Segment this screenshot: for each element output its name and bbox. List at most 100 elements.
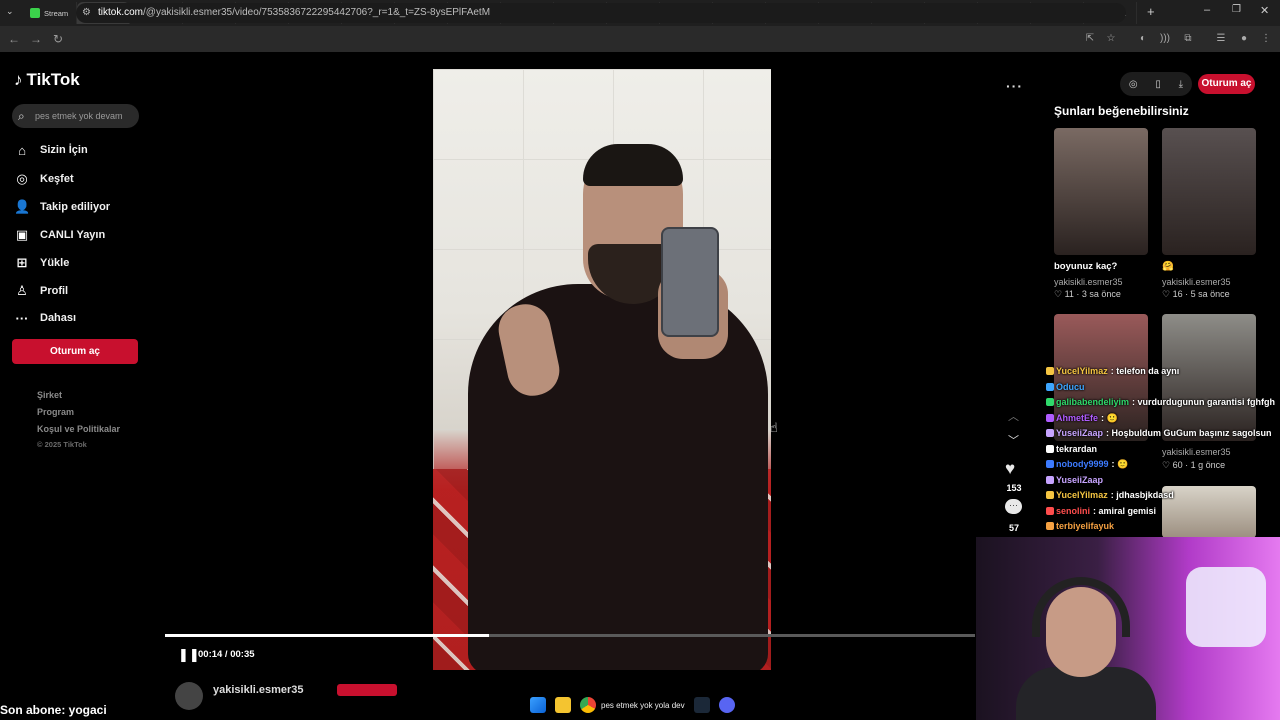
sidebar-login-button[interactable]: Oturum aç [12,339,138,364]
forward-icon[interactable]: → [28,31,44,47]
new-tab-icon[interactable]: + [1147,4,1155,19]
webcam-overlay [976,537,1280,720]
suggestion-thumbnail[interactable] [1162,128,1256,255]
suggestion-thumbnail[interactable] [1054,128,1148,255]
pause-icon[interactable]: ❚❚ [178,647,200,663]
chrome-icon [580,697,596,713]
extensions-icon[interactable]: ⧉ [1182,33,1194,45]
back-icon[interactable]: ← [6,31,22,47]
bookmark-star-icon[interactable]: ☆ [1105,33,1117,45]
suggestion-stats: ♡ 11 · 3 sa önce [1054,289,1121,299]
chat-badge-icon [1046,506,1054,515]
device-icon[interactable]: ▯ [1155,79,1161,90]
sidebar-item-label: CANLI Yayın [40,229,106,241]
search-input[interactable]: ⌕ pes etmek yok devam [12,104,139,128]
tiktok-logo[interactable]: ♪ TikTok [14,70,80,90]
chat-message: YucelYilmaz: telefon da aynı [1046,366,1179,376]
tiktok-note-icon: ♪ [14,70,23,89]
chat-username: senolini [1056,505,1091,516]
coin-icon[interactable]: ◎ [1129,79,1138,90]
sidebar-item-5[interactable]: ♙ Profil [14,282,68,300]
mouse-cursor-icon: ☝ [770,420,778,435]
browser-tab[interactable]: Stream [24,2,77,24]
discord-icon[interactable] [718,697,735,713]
chat-message: YuseiiZaap [1046,475,1106,485]
extension-audio-icon[interactable]: ))) [1159,33,1171,45]
compass-icon: ◎ [16,171,28,186]
chat-message: YuseiiZaap: Hoşbuldum GuGum başınız sago… [1046,428,1272,438]
chat-username: YuseiiZaap [1056,474,1104,485]
comment-count: 57 [1008,523,1019,533]
menu-kebab-icon[interactable]: ⋮ [1260,33,1272,45]
taskbar-chrome-item[interactable]: pes etmek yok yola dev [580,697,685,713]
video-hair [583,144,683,186]
heart-icon[interactable]: ♥ [1005,459,1015,479]
last-subscriber-text: Son abone: yogaci [0,703,107,717]
tab-search-panel-icon[interactable]: ☰ [1215,33,1227,45]
sidebar-item-3[interactable]: ▣ CANLI Yayın [14,226,105,244]
suggestion-thumbnail[interactable] [1162,486,1256,538]
chat-message: Oducu [1046,382,1088,392]
windows-start-icon[interactable] [530,697,546,713]
file-explorer-icon[interactable] [555,697,571,713]
suggestion-caption[interactable]: 🤗 [1162,261,1174,272]
chat-badge-icon [1046,429,1054,437]
video-time: 00:14 / 00:35 [198,649,255,660]
chat-badge-icon [1046,413,1054,422]
chat-username: YuseiiZaap [1056,428,1104,438]
chevron-down-icon[interactable]: ﹀ [1008,432,1019,448]
chat-username: terbiyelifayuk [1056,521,1115,531]
chat-username: YucelYilmaz [1056,366,1108,376]
install-app-icon[interactable]: ⇱ [1084,33,1096,45]
header-login-button[interactable]: Oturum aç [1198,74,1255,94]
sidebar-item-label: Keşfet [40,173,74,185]
chat-badge-icon [1046,522,1054,530]
author-name[interactable]: yakisikli.esmer35 [213,684,304,696]
profile-icon: ♙ [16,283,28,298]
steam-icon[interactable] [693,697,710,713]
sidebar-item-0[interactable]: ⌂ Sizin İçin [14,141,88,159]
profile-avatar-icon[interactable]: ● [1238,33,1250,45]
suggestion-caption[interactable]: boyunuz kaç? [1054,261,1117,272]
chat-username: Oducu [1056,381,1085,392]
sidebar-item-6[interactable]: ··· Dahası [14,309,77,327]
suggestion-thumbnail[interactable] [1162,314,1256,441]
chat-message: terbiyelifayuk [1046,521,1117,531]
minimize-icon[interactable]: – [1204,4,1210,16]
more-icon: ··· [15,310,29,326]
sidebar-item-4[interactable]: ⊞ Yükle [14,254,70,272]
video-progress-bar[interactable] [165,634,975,637]
chevron-up-icon[interactable]: ︿ [1008,408,1019,424]
suggestion-stats: ♡ 60 · 1 g önce [1162,460,1226,470]
chat-username: galibabendeliyim [1056,397,1130,407]
video-player[interactable] [433,69,771,670]
close-window-icon[interactable]: ✕ [1260,4,1269,17]
chat-badge-icon [1046,475,1054,484]
download-icon[interactable]: ⤓ [1179,79,1183,90]
chat-text: 🙂 [1117,459,1129,469]
suggestion-username[interactable]: yakisikli.esmer35 [1162,277,1231,287]
sidebar-item-2[interactable]: 👤 Takip ediliyor [14,198,110,216]
footer-link[interactable]: Koşul ve Politikalar [37,424,120,434]
chat-username: YucelYilmaz [1056,490,1108,500]
suggestion-stats: ♡ 16 · 5 sa önce [1162,289,1230,299]
chat-text: vurdurdugunun garantisi fghfgh [1137,397,1276,407]
more-options-icon[interactable]: ··· [1006,78,1023,94]
reload-icon[interactable]: ↻ [50,31,66,47]
chat-message: tekrardan [1046,444,1100,454]
address-bar[interactable]: ⚙ tiktok.com/@yakisikli.esmer35/video/75… [76,3,1126,23]
extension-incognito-icon[interactable]: ◐ [1137,33,1149,45]
comment-icon[interactable]: ··· [1005,499,1022,514]
suggestion-username[interactable]: yakisikli.esmer35 [1162,447,1231,457]
suggestion-username[interactable]: yakisikli.esmer35 [1054,277,1123,287]
follow-button[interactable] [337,684,397,696]
sidebar-item-1[interactable]: ◎ Keşfet [14,170,74,188]
tab-search-icon[interactable]: ⌄ [6,6,14,17]
footer-link[interactable]: Şirket [37,390,62,400]
author-avatar[interactable] [175,682,203,710]
chat-message: galibabendeliyim: vurdurdugunun garantis… [1046,397,1275,407]
site-info-icon[interactable]: ⚙ [82,3,91,23]
following-icon: 👤 [14,199,31,214]
footer-link[interactable]: Program [37,407,74,417]
maximize-icon[interactable]: ❐ [1232,4,1241,15]
